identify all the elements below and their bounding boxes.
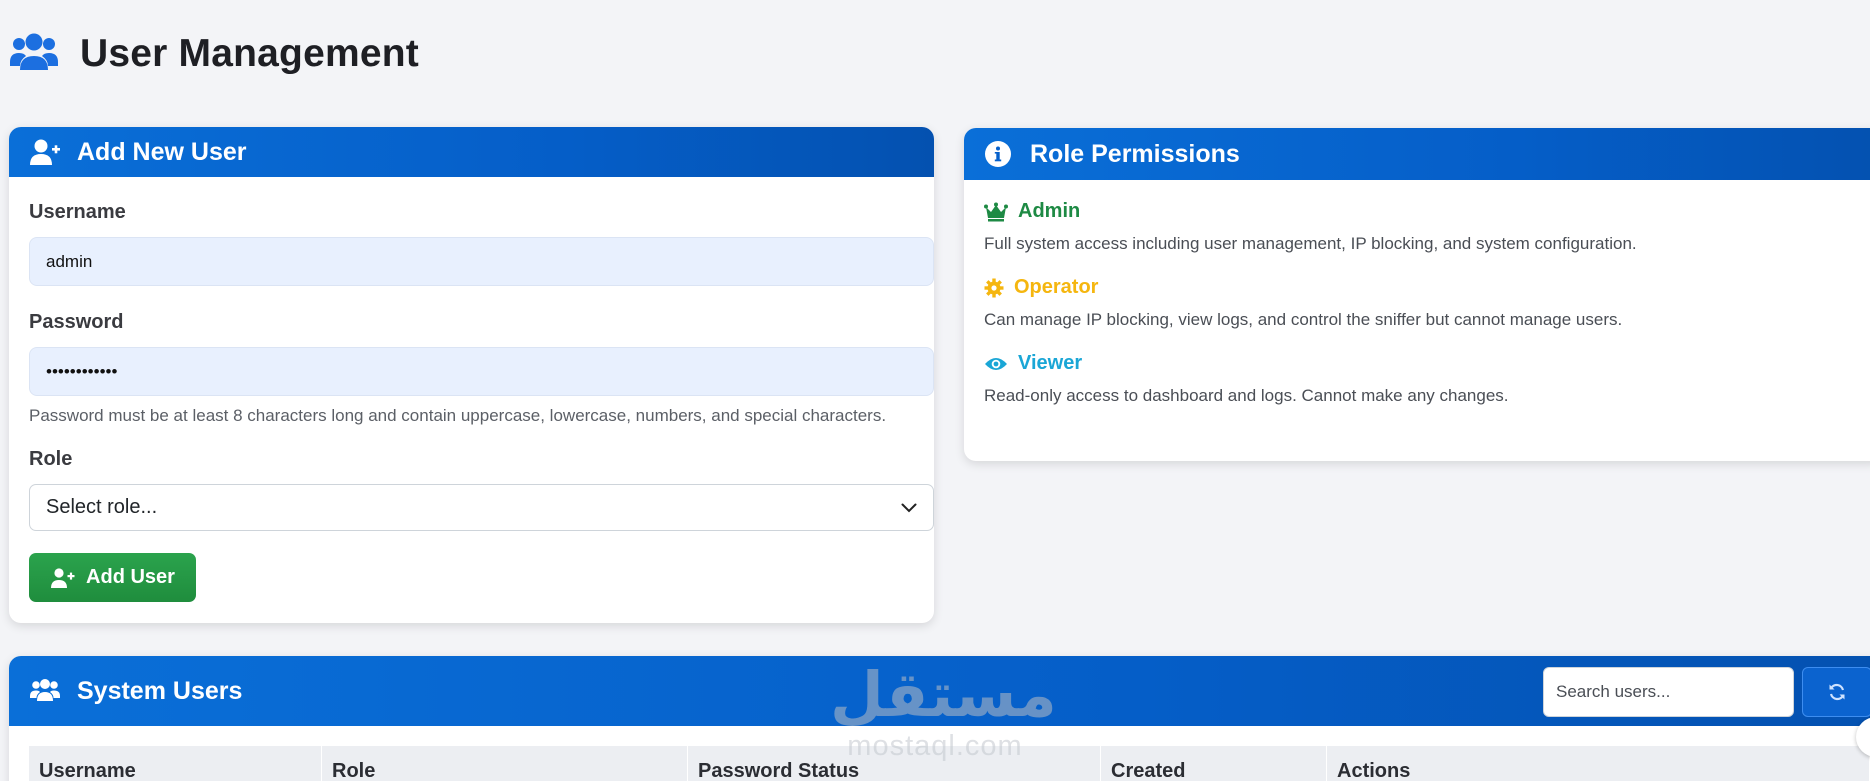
role-viewer: Viewer Read-only access to dashboard and… xyxy=(984,352,1864,406)
cog-icon xyxy=(984,278,1004,297)
username-label: Username xyxy=(29,201,126,223)
eye-icon xyxy=(985,357,1007,370)
column-header-password-status[interactable]: Password Status xyxy=(688,746,1101,781)
page-title: User Management xyxy=(80,32,419,75)
page-header: User Management xyxy=(8,28,419,80)
role-permissions-card: Role Permissions Admin Full system acces… xyxy=(964,128,1870,461)
role-permissions-title: Role Permissions xyxy=(1030,139,1240,168)
page: User Management Add New User Username Pa… xyxy=(0,0,1870,781)
crown-icon xyxy=(984,202,1008,221)
role-label: Role xyxy=(29,448,73,470)
column-header-actions: Actions xyxy=(1337,760,1411,781)
users-table-header: Username Role Password Status Created Ac… xyxy=(29,746,1869,781)
column-header-created[interactable]: Created xyxy=(1101,746,1327,781)
add-user-button-label: Add User xyxy=(86,566,175,588)
system-users-card: System Users Username Role Password Stat… xyxy=(9,656,1870,781)
user-plus-icon xyxy=(30,139,60,165)
username-input[interactable] xyxy=(29,237,934,286)
password-label: Password xyxy=(29,311,124,333)
role-select[interactable]: Select role... xyxy=(29,484,934,531)
system-users-header: System Users xyxy=(9,656,1870,726)
system-users-title: System Users xyxy=(77,676,243,705)
role-list: Admin Full system access including user … xyxy=(964,180,1870,406)
role-operator-name: Operator xyxy=(1014,276,1099,298)
role-viewer-name: Viewer xyxy=(1018,352,1083,374)
info-circle-icon xyxy=(985,141,1011,167)
add-user-form: Username Password Password must be at le… xyxy=(9,177,934,602)
password-input[interactable] xyxy=(29,347,934,396)
role-admin-name: Admin xyxy=(1018,200,1081,222)
add-user-card: Add New User Username Password Password … xyxy=(9,127,934,623)
search-users-input[interactable] xyxy=(1543,667,1794,717)
add-user-button[interactable]: Add User xyxy=(29,553,196,602)
role-select-value: Select role... xyxy=(46,496,158,518)
password-help-text: Password must be at least 8 characters l… xyxy=(29,406,887,425)
users-icon xyxy=(10,33,58,70)
role-viewer-description: Read-only access to dashboard and logs. … xyxy=(984,386,1509,405)
chevron-down-icon xyxy=(901,503,917,512)
role-admin-description: Full system access including user manage… xyxy=(984,234,1637,253)
add-user-card-header: Add New User xyxy=(9,127,934,177)
refresh-icon xyxy=(1829,683,1845,701)
user-plus-icon xyxy=(51,567,75,588)
users-icon xyxy=(30,679,60,701)
role-operator: Operator Can manage IP blocking, view lo… xyxy=(984,276,1864,330)
column-header-username[interactable]: Username xyxy=(29,746,322,781)
refresh-button[interactable] xyxy=(1802,667,1870,717)
column-header-role[interactable]: Role xyxy=(322,746,688,781)
role-permissions-header: Role Permissions xyxy=(964,128,1870,180)
role-admin: Admin Full system access including user … xyxy=(984,200,1864,254)
add-user-title: Add New User xyxy=(77,137,247,166)
role-operator-description: Can manage IP blocking, view logs, and c… xyxy=(984,310,1623,329)
